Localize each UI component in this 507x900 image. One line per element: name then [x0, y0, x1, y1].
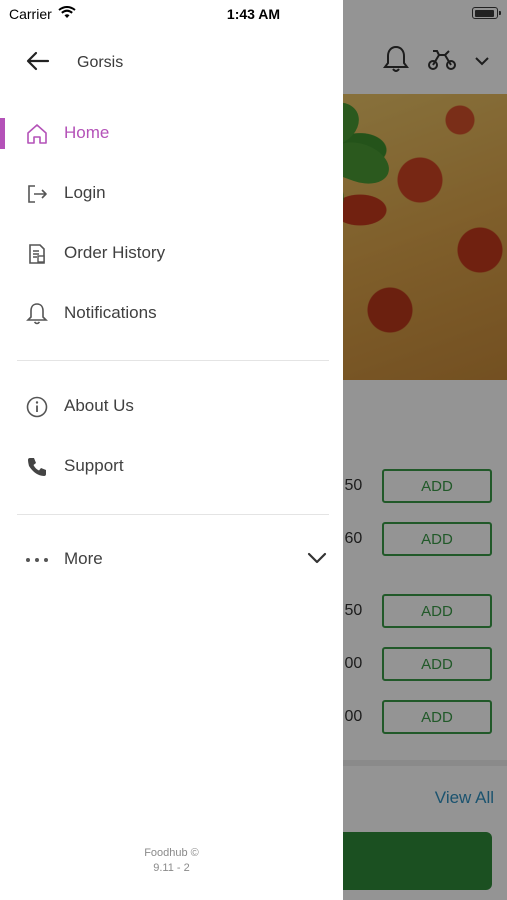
- more-icon: [24, 547, 50, 573]
- navigation-drawer: Gorsis Home Login Order History Notifica…: [0, 0, 343, 900]
- back-arrow-icon: [26, 51, 50, 76]
- phone-icon: [24, 454, 50, 480]
- chevron-down-icon[interactable]: [307, 552, 327, 570]
- nav-item-label: Order History: [64, 243, 166, 262]
- nav-item-notifications[interactable]: Notifications: [0, 291, 343, 335]
- active-indicator: [0, 118, 5, 149]
- nav-item-login[interactable]: Login: [0, 171, 343, 215]
- nav-item-label: More: [64, 549, 103, 568]
- nav-item-home[interactable]: Home: [0, 111, 343, 155]
- nav-item-label: Home: [64, 123, 110, 142]
- nav-item-label: Support: [64, 456, 124, 475]
- app-footer: Foodhub © 9.11 - 2: [0, 846, 343, 876]
- app-version: 9.11 - 2: [153, 862, 190, 874]
- section-divider: [17, 360, 329, 361]
- nav-item-order-history[interactable]: Order History: [0, 231, 343, 275]
- status-bar: Carrier 1:43 AM: [0, 0, 507, 28]
- battery-icon: [472, 7, 501, 19]
- login-icon: [24, 181, 50, 207]
- nav-item-label: Login: [64, 183, 106, 202]
- nav-item-label: Notifications: [64, 303, 157, 322]
- nav-item-about-us[interactable]: About Us: [0, 384, 343, 428]
- back-button[interactable]: [24, 50, 52, 76]
- section-divider: [17, 514, 329, 515]
- restaurant-name: Gorsis: [77, 54, 124, 71]
- nav-item-support[interactable]: Support: [0, 444, 343, 488]
- nav-item-more[interactable]: More: [0, 537, 343, 581]
- status-time: 1:43 AM: [226, 6, 281, 22]
- bell-icon: [24, 301, 50, 327]
- home-icon: [24, 121, 50, 147]
- nav-item-label: About Us: [64, 396, 134, 415]
- receipt-icon: [24, 241, 50, 267]
- drawer-header: Gorsis: [0, 40, 343, 86]
- footer-brand: Foodhub ©: [144, 847, 199, 859]
- info-icon: [24, 394, 50, 420]
